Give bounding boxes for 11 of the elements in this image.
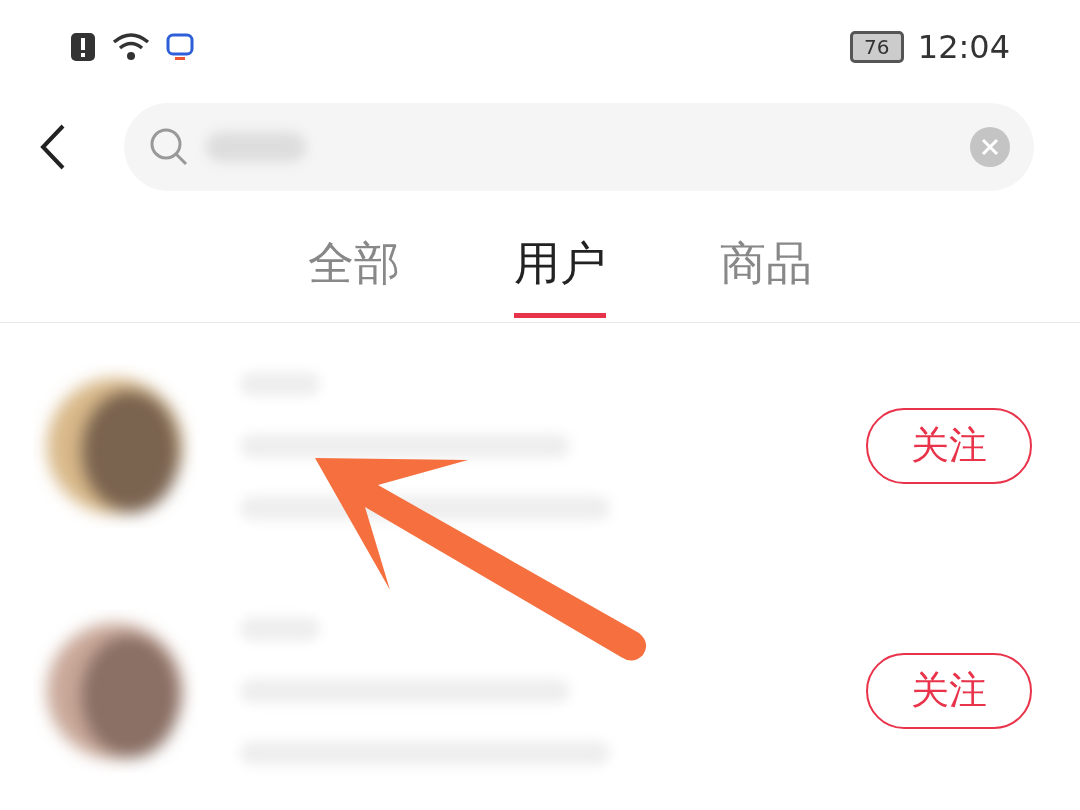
- wifi-icon: [112, 32, 150, 62]
- tab[interactable]: 全部: [308, 214, 400, 318]
- clear-icon[interactable]: [970, 127, 1010, 167]
- follow-button[interactable]: 关注: [866, 407, 1032, 484]
- alert-icon: [70, 32, 96, 62]
- tab[interactable]: 用户: [514, 214, 606, 318]
- clock: 12:04: [917, 28, 1010, 66]
- search-icon: [148, 126, 190, 168]
- tab[interactable]: 商品: [720, 214, 812, 318]
- battery-level: 76: [864, 35, 890, 59]
- follow-button[interactable]: 关注: [866, 652, 1032, 729]
